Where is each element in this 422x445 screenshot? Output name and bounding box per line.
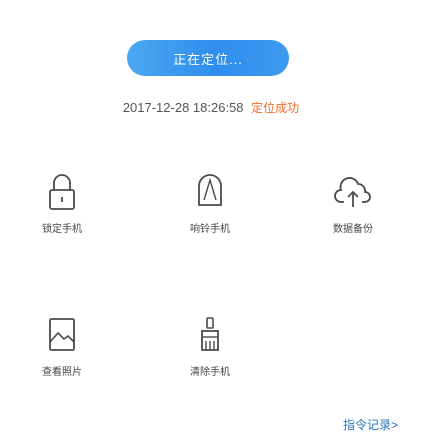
action-label: 清除手机 xyxy=(190,367,230,378)
cloud-upload-icon xyxy=(334,177,371,207)
location-status: 2017-12-28 18:26:58 定位成功 xyxy=(0,99,422,116)
action-lock-phone[interactable]: 锁定手机 xyxy=(17,172,107,235)
status-timestamp: 2017-12-28 18:26:58 xyxy=(122,100,244,115)
lock-icon xyxy=(49,174,75,210)
action-label: 查看照片 xyxy=(42,367,82,378)
status-result: 定位成功 xyxy=(251,101,300,115)
action-view-photos[interactable]: 查看照片 xyxy=(17,315,107,378)
brush-icon xyxy=(201,317,219,351)
action-label: 锁定手机 xyxy=(42,224,82,235)
image-icon xyxy=(49,318,75,351)
bell-icon xyxy=(198,174,222,206)
action-ring-phone[interactable]: 响铃手机 xyxy=(165,172,255,235)
action-wipe-phone[interactable]: 清除手机 xyxy=(165,315,255,378)
action-data-backup[interactable]: 数据备份 xyxy=(308,172,398,235)
locating-button[interactable]: 正在定位... xyxy=(127,40,289,76)
action-label: 数据备份 xyxy=(333,224,373,235)
action-label: 响铃手机 xyxy=(190,224,230,235)
command-history-link[interactable]: 指令记录> xyxy=(343,416,398,433)
